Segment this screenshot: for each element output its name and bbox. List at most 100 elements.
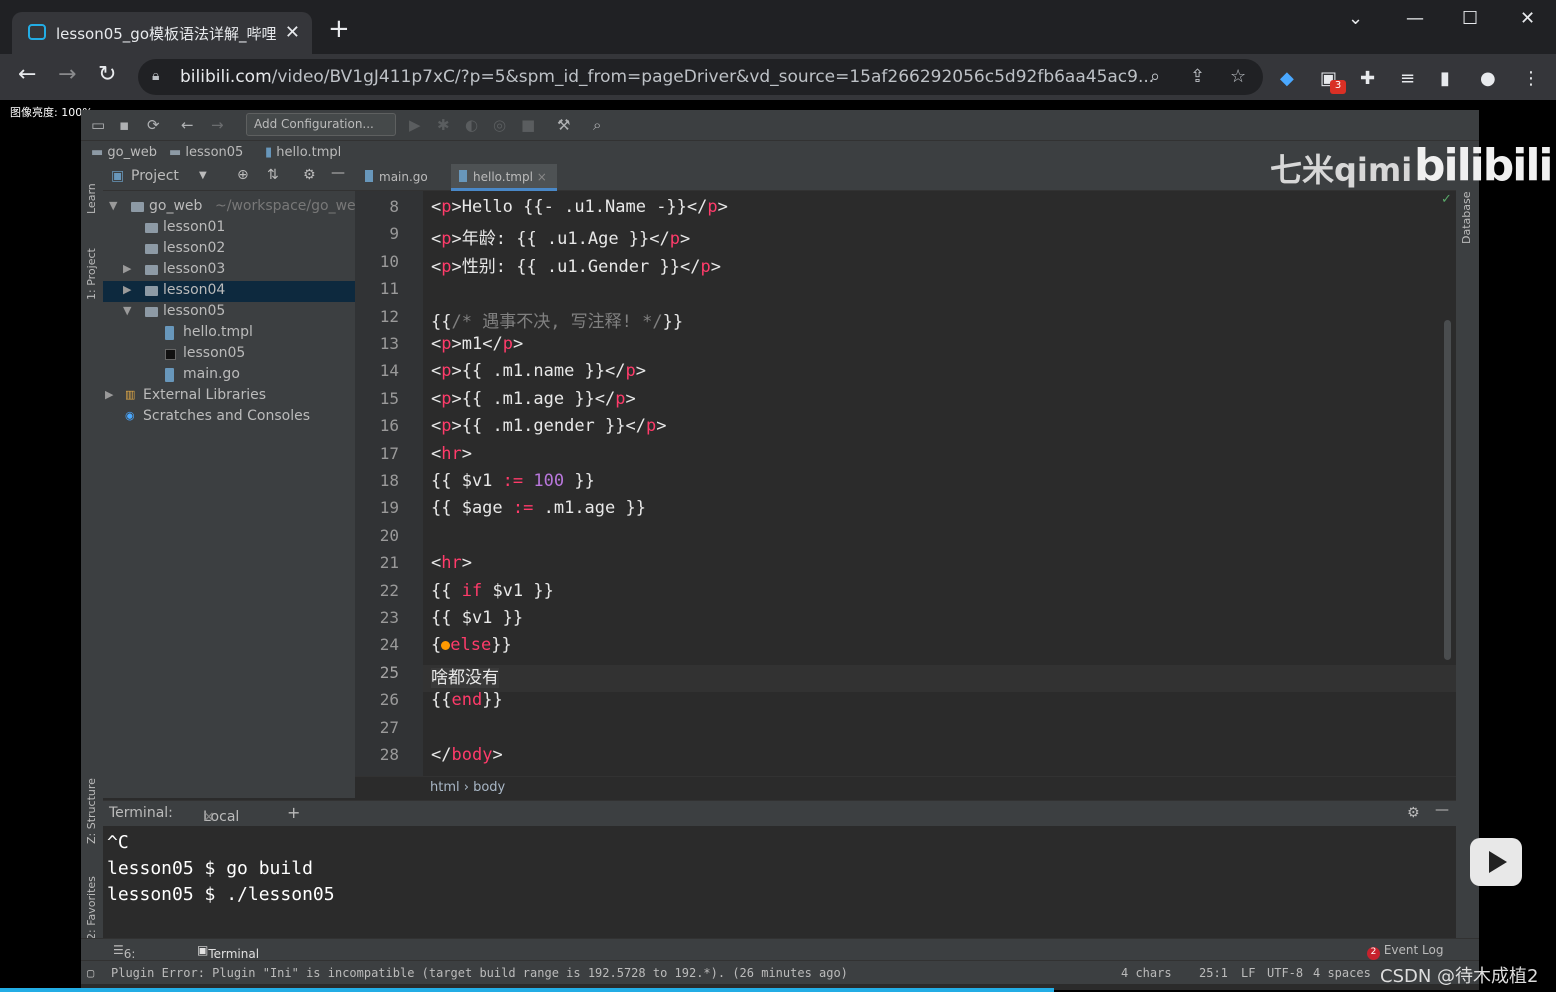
- hide-icon[interactable]: —: [331, 165, 345, 181]
- add-configuration-button[interactable]: Add Configuration...: [246, 113, 396, 136]
- tool-database[interactable]: Database: [1460, 192, 1473, 245]
- chevron-down-icon[interactable]: ▼: [109, 199, 117, 212]
- close-tab-icon[interactable]: ×: [537, 170, 547, 184]
- code-line: <p>Hello {{- .u1.Name -}}</p>: [431, 197, 728, 224]
- chevron-right-icon[interactable]: ▶: [123, 283, 131, 296]
- minimize-icon[interactable]: —: [1406, 8, 1424, 29]
- tool-favorites[interactable]: 2: Favorites: [85, 876, 98, 940]
- tree-item[interactable]: lesson01: [103, 218, 355, 239]
- project-title[interactable]: Project: [131, 168, 179, 184]
- gear-icon[interactable]: ⚙: [303, 167, 316, 183]
- tree-item-label: Scratches and Consoles: [143, 408, 310, 424]
- side-panel-icon[interactable]: ▮: [1440, 68, 1450, 89]
- tree-item[interactable]: lesson05: [103, 344, 355, 365]
- play-button[interactable]: [1470, 838, 1522, 886]
- inspection-ok-icon[interactable]: ✓: [1441, 192, 1452, 207]
- tool-structure[interactable]: Z: Structure: [85, 778, 98, 844]
- breadcrumb-item[interactable]: ▮ hello.tmpl: [265, 145, 341, 160]
- forward-nav-icon[interactable]: →: [211, 116, 224, 134]
- chevron-right-icon[interactable]: ▶: [123, 262, 131, 275]
- tree-item[interactable]: main.go: [103, 365, 355, 386]
- share-icon[interactable]: ⇪: [1190, 66, 1205, 87]
- stop-icon[interactable]: ■: [521, 116, 535, 134]
- menu-kebab-icon[interactable]: ⋮: [1522, 68, 1540, 89]
- extensions-puzzle-icon[interactable]: ✚: [1360, 68, 1375, 89]
- code-token: hr: [441, 443, 462, 464]
- chevron-down-icon[interactable]: ▼: [199, 170, 207, 181]
- open-folder-icon[interactable]: ▭: [91, 116, 105, 134]
- zoom-icon[interactable]: ⌕: [1150, 66, 1160, 87]
- code-token: >m1</: [451, 334, 503, 354]
- locate-icon[interactable]: ⊕: [237, 167, 249, 183]
- coverage-icon[interactable]: ◐: [465, 116, 478, 134]
- add-terminal-button[interactable]: +: [287, 803, 300, 822]
- profile-avatar-icon[interactable]: ●: [1480, 68, 1496, 89]
- bilibili-favicon-icon: [28, 24, 46, 40]
- close-window-icon[interactable]: ✕: [1520, 8, 1535, 29]
- terminal-gear-icon[interactable]: ⚙: [1407, 805, 1420, 821]
- tree-item[interactable]: ▼ go_web ~/workspace/go_we: [103, 197, 356, 218]
- line-number: 10: [379, 251, 399, 271]
- tree-item[interactable]: ▶ lesson03: [103, 260, 355, 281]
- tree-item[interactable]: hello.tmpl: [103, 323, 355, 344]
- status-indent[interactable]: 4 spaces: [1313, 966, 1371, 980]
- new-tab-button[interactable]: +: [328, 14, 350, 44]
- sync-icon[interactable]: ⟳: [147, 116, 160, 134]
- breadcrumb-item[interactable]: ▬ lesson05: [169, 145, 243, 160]
- profile-icon[interactable]: ◎: [493, 116, 506, 134]
- status-position[interactable]: 25:1: [1199, 966, 1228, 980]
- back-icon[interactable]: ←: [18, 62, 36, 87]
- browser-tab[interactable]: lesson05_go模板语法详解_哔哩 ✕: [12, 12, 312, 54]
- close-tab-icon[interactable]: ✕: [285, 22, 300, 43]
- tree-item[interactable]: ▶ ▥ External Libraries: [103, 386, 355, 407]
- maximize-icon[interactable]: ☐: [1462, 8, 1478, 29]
- event-log-button[interactable]: 2 Event Log: [1367, 943, 1443, 960]
- tool-learn[interactable]: Learn: [85, 183, 98, 214]
- tab-search-icon[interactable]: ⌄: [1348, 8, 1363, 29]
- debug-icon[interactable]: ✱: [437, 116, 450, 134]
- bookmark-star-icon[interactable]: ☆: [1230, 66, 1246, 87]
- run-icon[interactable]: ▶: [409, 116, 421, 134]
- tab-hello-tmpl[interactable]: hello.tmpl ×: [451, 164, 557, 191]
- line-number: 28: [379, 745, 399, 764]
- video-progress-bar[interactable]: [0, 988, 1054, 992]
- library-icon: ▥: [125, 388, 136, 401]
- code-editor[interactable]: <p>Hello {{- .u1.Name -}}</p> <p>年龄: {{ .…: [423, 191, 1456, 776]
- tab-todo[interactable]: ☰ 6: TODO: [113, 943, 159, 975]
- status-line-sep[interactable]: LF: [1241, 966, 1255, 980]
- save-icon[interactable]: ▪: [119, 116, 129, 134]
- tree-item[interactable]: ▼ lesson05: [103, 302, 355, 323]
- terminal-output[interactable]: ^C lesson05 $ go build lesson05 $ ./less…: [103, 826, 1444, 938]
- status-toggle-icon[interactable]: ▢: [87, 966, 94, 980]
- forward-icon[interactable]: →: [58, 62, 76, 87]
- extension-diamond-icon[interactable]: ◆: [1280, 68, 1294, 89]
- code-line: <hr>: [431, 444, 472, 471]
- tree-item-label: hello.tmpl: [183, 324, 253, 340]
- editor-scrollbar[interactable]: [1444, 320, 1451, 660]
- project-view-icon: ▣: [111, 168, 125, 184]
- wrench-icon[interactable]: ⚒: [557, 116, 570, 134]
- reload-icon[interactable]: ↻: [98, 62, 116, 87]
- code-token: >性别: {{ .u1.Gender }}</: [451, 256, 701, 277]
- tree-item[interactable]: ▶ lesson04: [103, 281, 355, 302]
- tab-main-go[interactable]: main.go: [357, 164, 438, 191]
- back-nav-icon[interactable]: ←: [181, 116, 194, 134]
- status-encoding[interactable]: UTF-8: [1267, 966, 1303, 980]
- chevron-right-icon[interactable]: ▶: [105, 388, 113, 401]
- tab-terminal[interactable]: ▣ Terminal: [197, 943, 259, 961]
- tree-item[interactable]: ◉ Scratches and Consoles: [103, 407, 355, 428]
- address-bar[interactable]: 🔒︎ bilibili.com/video/BV1gJ411p7xC/?p=5&…: [138, 59, 1263, 95]
- code-token: >: [512, 334, 524, 354]
- breadcrumb-item[interactable]: ▬ go_web: [91, 145, 157, 160]
- media-control-icon[interactable]: ≡: [1400, 68, 1415, 89]
- terminal-hide-icon[interactable]: —: [1435, 802, 1449, 818]
- collapse-icon[interactable]: ⇅: [267, 167, 279, 183]
- tree-item[interactable]: lesson02: [103, 239, 355, 260]
- search-everywhere-icon[interactable]: ⌕: [593, 116, 601, 134]
- chevron-down-icon[interactable]: ▼: [123, 304, 131, 317]
- code-line: <p>年龄: {{ .u1.Age }}</p>: [431, 224, 690, 251]
- folder-icon: [145, 244, 158, 254]
- tool-project[interactable]: 1: Project: [85, 248, 98, 300]
- code-token: <: [431, 197, 442, 217]
- status-message[interactable]: Plugin Error: Plugin "Ini" is incompatib…: [111, 966, 848, 980]
